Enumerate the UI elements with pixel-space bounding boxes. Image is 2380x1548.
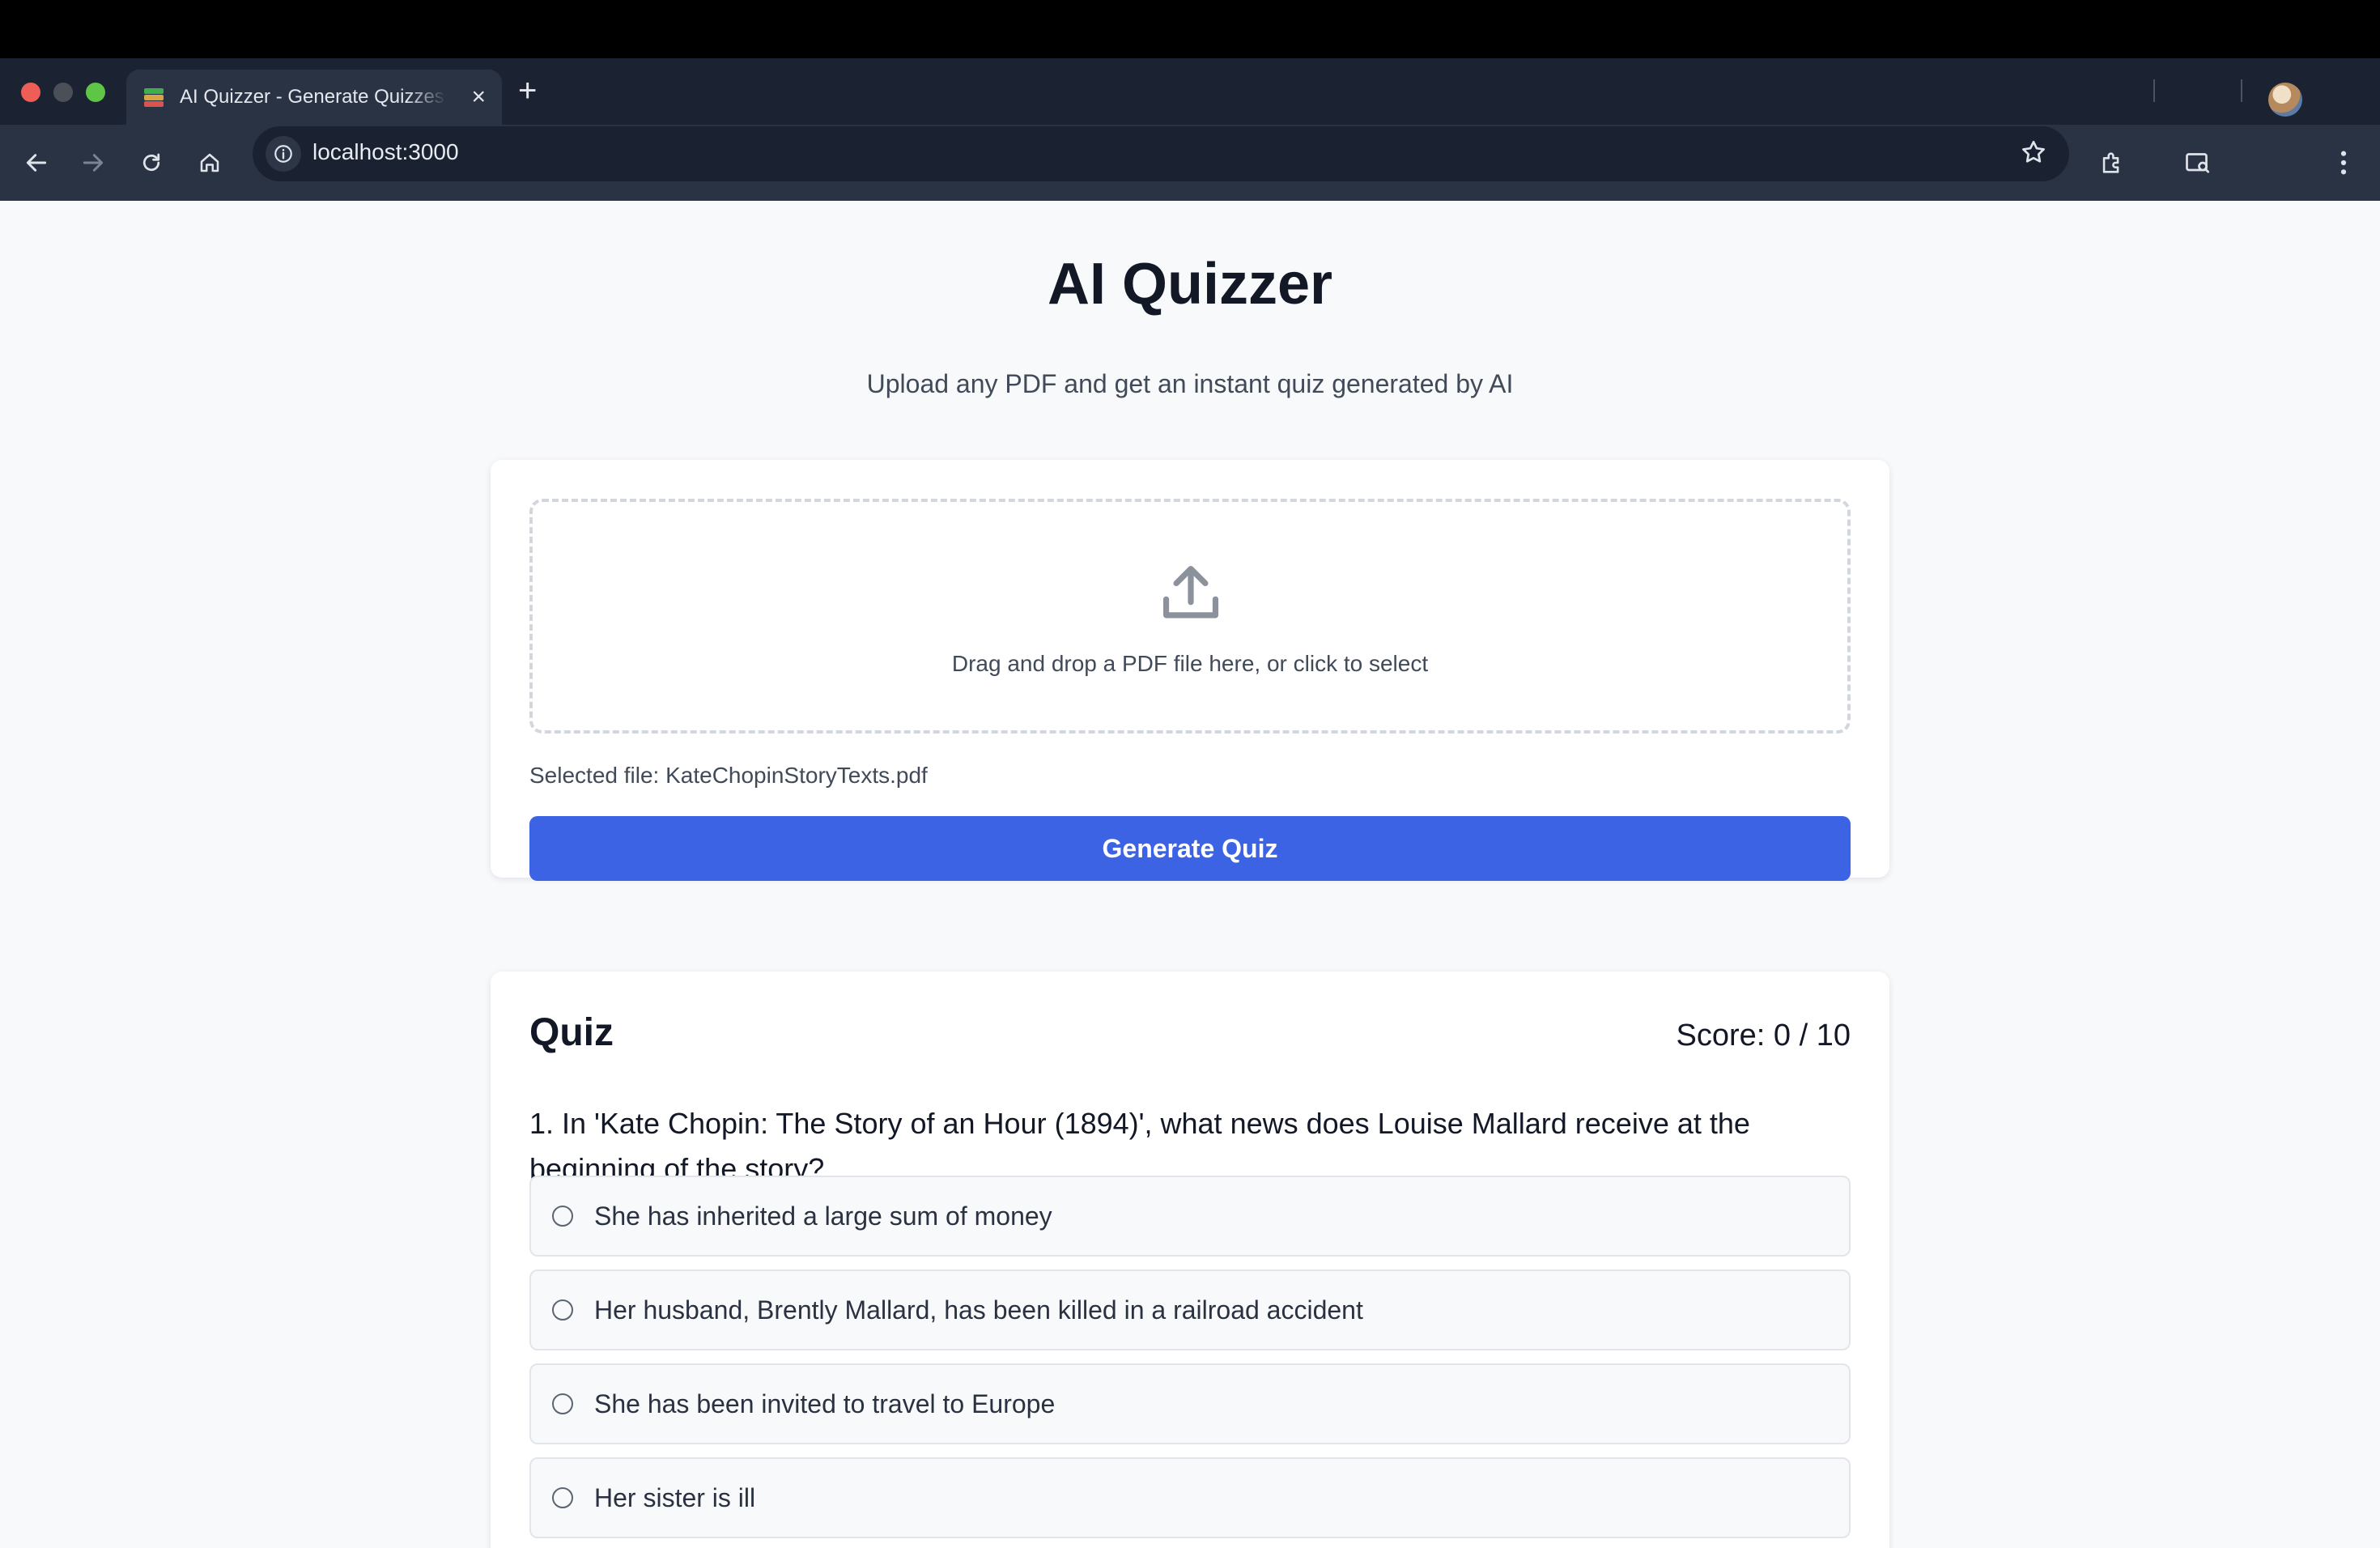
bookmark-star-icon[interactable]: [2019, 138, 2048, 171]
maximize-window-button[interactable]: [86, 83, 105, 102]
tab-search-icon[interactable]: [2179, 144, 2216, 181]
answer-option-label: Her husband, Brently Mallard, has been k…: [594, 1295, 1363, 1325]
more-menu-icon[interactable]: [2325, 144, 2362, 181]
quiz-score: Score: 0 / 10: [1676, 1019, 1851, 1053]
minimize-window-button[interactable]: [53, 83, 73, 102]
radio-button[interactable]: [552, 1393, 573, 1414]
new-tab-icon[interactable]: +: [518, 74, 537, 107]
profile-avatar[interactable]: [2268, 83, 2302, 117]
page-content: AI Quizzer Upload any PDF and get an ins…: [0, 201, 2380, 1548]
close-window-button[interactable]: [21, 83, 40, 102]
tab-bar: AI Quizzer - Generate Quizzes × +: [0, 58, 2380, 125]
radio-button[interactable]: [552, 1487, 573, 1508]
answer-option[interactable]: She has been invited to travel to Europe: [529, 1363, 1851, 1444]
home-icon[interactable]: [191, 144, 228, 181]
screen-top-bar: [0, 0, 2380, 58]
page-title: AI Quizzer: [1047, 252, 1333, 317]
page-subtitle: Upload any PDF and get an instant quiz g…: [866, 369, 1514, 398]
close-tab-icon[interactable]: ×: [471, 85, 486, 109]
toolbar-divider: [2241, 79, 2242, 102]
pdf-dropzone[interactable]: Drag and drop a PDF file here, or click …: [529, 499, 1851, 734]
extensions-puzzle-icon[interactable]: [2093, 144, 2131, 181]
selected-file-label: Selected file: KateChopinStoryTexts.pdf: [529, 763, 928, 788]
site-info-icon[interactable]: [266, 136, 301, 172]
reload-icon[interactable]: [133, 144, 170, 181]
radio-button[interactable]: [552, 1299, 573, 1320]
browser-chrome: AI Quizzer - Generate Quizzes × + localh…: [0, 58, 2380, 201]
dropzone-instructions: Drag and drop a PDF file here, or click …: [951, 651, 1429, 676]
answer-option[interactable]: Her sister is ill: [529, 1457, 1851, 1538]
generate-quiz-button[interactable]: Generate Quiz: [529, 816, 1851, 881]
radio-button[interactable]: [552, 1206, 573, 1227]
upload-icon: [1156, 559, 1226, 632]
back-arrow-icon[interactable]: [18, 144, 55, 181]
answer-option-label: She has been invited to travel to Europe: [594, 1389, 1056, 1418]
url-text: localhost:3000: [312, 139, 459, 164]
quiz-card: Quiz Score: 0 / 10 1. In 'Kate Chopin: T…: [491, 972, 1889, 1548]
browser-tab-active[interactable]: AI Quizzer - Generate Quizzes ×: [126, 70, 502, 125]
quiz-heading: Quiz: [529, 1011, 614, 1054]
address-bar[interactable]: localhost:3000: [253, 126, 2069, 181]
toolbar-divider: [2153, 79, 2155, 102]
tab-title: AI Quizzer - Generate Quizzes: [180, 86, 444, 108]
forward-arrow-icon[interactable]: [74, 144, 112, 181]
answer-option-label: Her sister is ill: [594, 1482, 756, 1512]
answer-option[interactable]: She has inherited a large sum of money: [529, 1176, 1851, 1257]
upload-card: Drag and drop a PDF file here, or click …: [491, 460, 1889, 881]
answer-option-label: She has inherited a large sum of money: [594, 1201, 1052, 1231]
books-favicon-icon: [142, 86, 165, 108]
answer-option[interactable]: Her husband, Brently Mallard, has been k…: [529, 1269, 1851, 1350]
